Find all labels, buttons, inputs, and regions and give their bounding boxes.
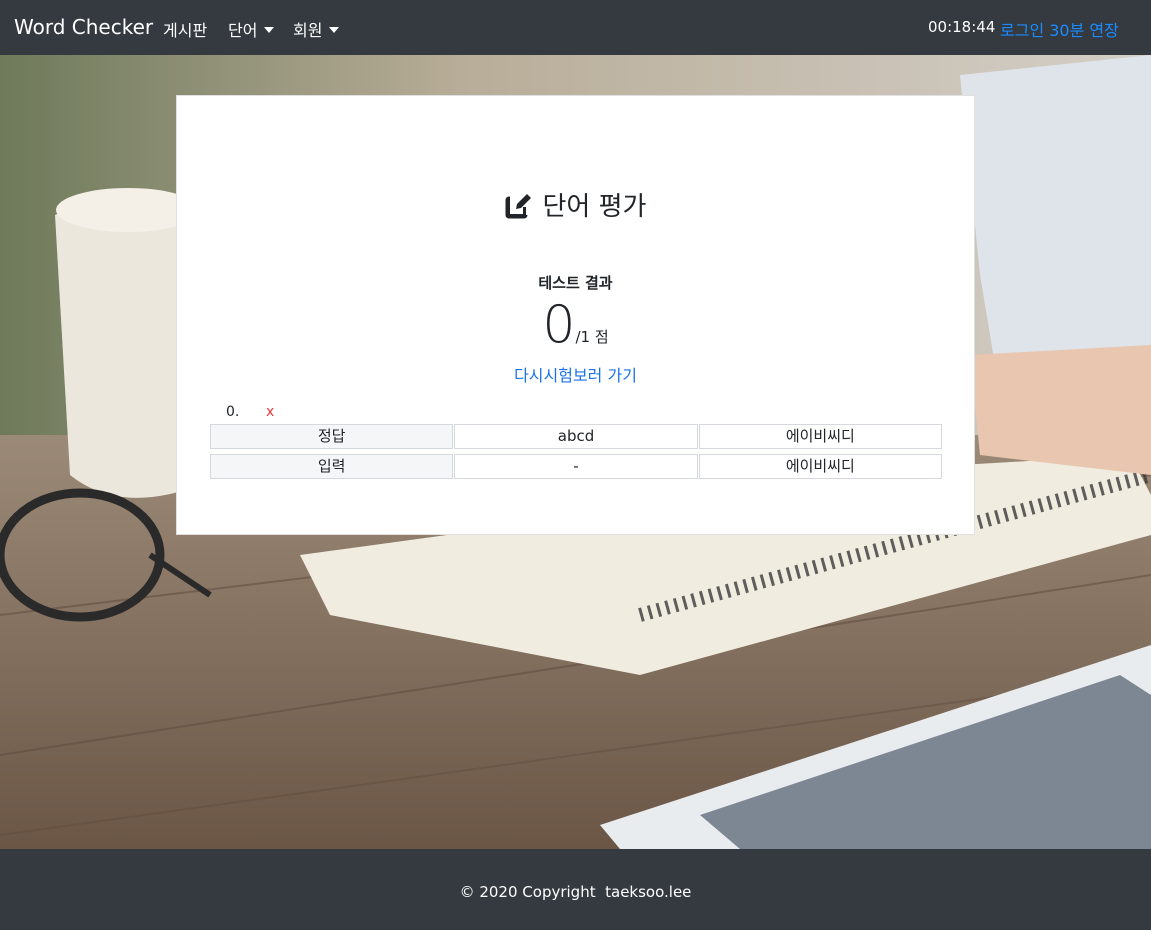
- result-label: 테스트 결과: [538, 274, 613, 292]
- copyright-text: © 2020 Copyright taeksoo.lee: [459, 883, 692, 901]
- footer: © 2020 Copyright taeksoo.lee: [0, 849, 1151, 930]
- answer-word: abcd: [454, 424, 698, 449]
- result-card: 단어 평가 테스트 결과 0/1 점 다시시험보러 가기 0. x 정답 abc…: [176, 95, 975, 535]
- title-text: 단어 평가: [542, 192, 647, 222]
- row-header-input: 입력: [210, 454, 454, 479]
- score-value: 0: [542, 295, 576, 355]
- retry-link[interactable]: 다시시험보러 가기: [177, 362, 974, 386]
- wrong-mark: x: [266, 404, 275, 420]
- table-row: 입력 - 에이비씨디: [210, 454, 942, 479]
- extend-login-link[interactable]: 로그인 30분 연장: [1000, 17, 1119, 41]
- page-title: 단어 평가: [177, 186, 974, 226]
- score-total: /1 점: [575, 328, 609, 346]
- caret-down-icon: [329, 27, 340, 33]
- caret-down-icon: [264, 27, 275, 33]
- table-row: 정답 abcd 에이비씨디: [210, 424, 942, 449]
- nav-board[interactable]: 게시판: [163, 17, 207, 41]
- nav-word-dropdown[interactable]: 단어: [228, 17, 275, 41]
- nav-member-dropdown[interactable]: 회원: [293, 17, 340, 41]
- input-word: -: [454, 454, 698, 479]
- nav-member-label: 회원: [293, 21, 323, 40]
- result-table: 정답 abcd 에이비씨디 입력 - 에이비씨디: [210, 424, 942, 484]
- row-header-answer: 정답: [210, 424, 454, 449]
- brand-link[interactable]: Word Checker: [14, 15, 153, 39]
- answer-meaning: 에이비씨디: [698, 424, 942, 449]
- edit-icon: [505, 193, 533, 226]
- input-meaning: 에이비씨디: [698, 454, 942, 479]
- navbar: Word Checker 게시판 단어 회원 00:18:44 로그인 30분 …: [0, 0, 1151, 55]
- question-number: 0.: [226, 404, 240, 420]
- score: 0/1 점: [177, 296, 974, 354]
- session-timer: 00:18:44: [928, 18, 996, 36]
- nav-word-label: 단어: [228, 21, 258, 40]
